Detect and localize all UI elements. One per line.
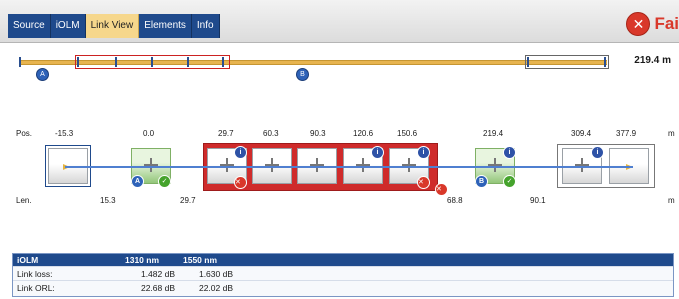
length-unit: m <box>668 196 675 205</box>
info-icon[interactable]: i <box>503 146 516 159</box>
overview-selection-box[interactable] <box>75 55 230 69</box>
x-icon: ✕ <box>626 12 651 36</box>
length-value: 68.8 <box>447 196 463 205</box>
position-value: 309.4 <box>571 129 592 138</box>
position-value: 150.6 <box>397 129 418 138</box>
value-1550: 22.02 dB <box>179 280 237 294</box>
cross-icon <box>575 158 589 172</box>
overview-tick <box>19 57 21 67</box>
total-length: 219.4 m <box>634 55 671 66</box>
position-value: 29.7 <box>218 129 234 138</box>
length-value: 90.1 <box>530 196 546 205</box>
cross-icon <box>310 158 324 172</box>
table-header: iOLM <box>13 254 121 267</box>
table-header: 1310 nm <box>121 254 179 267</box>
table-row: Link loss: 1.482 dB 1.630 dB <box>13 266 673 281</box>
tab-source[interactable]: Source <box>8 14 51 38</box>
value-1550: 1.630 dB <box>179 266 237 281</box>
position-row-label: Pos. <box>16 129 33 138</box>
link-overview: A B 219.4 m <box>0 42 679 92</box>
value-1310: 1.482 dB <box>121 266 179 281</box>
cross-icon <box>356 158 370 172</box>
overview-segment-box[interactable] <box>525 55 609 69</box>
tab-info[interactable]: Info <box>191 14 220 38</box>
cross-icon <box>488 158 502 172</box>
length-row-label: Len. <box>16 196 32 205</box>
tab-elements[interactable]: Elements <box>139 14 192 38</box>
table-header: 1550 nm <box>179 254 237 267</box>
position-value: 60.3 <box>263 129 279 138</box>
fail-icon: ✕ <box>435 183 448 196</box>
warning-icon: ✕ <box>234 176 247 189</box>
length-value: 15.3 <box>100 196 116 205</box>
position-unit: m <box>668 129 675 138</box>
marker-a-icon: A <box>131 175 144 188</box>
row-spacer <box>237 280 673 294</box>
position-value: 90.3 <box>310 129 326 138</box>
position-value: -15.3 <box>55 129 74 138</box>
cross-icon <box>220 158 234 172</box>
row-label: Link ORL: <box>13 280 121 294</box>
warning-icon: ✕ <box>417 176 430 189</box>
tab-iolm[interactable]: iOLM <box>50 14 86 38</box>
marker-b-icon: B <box>475 175 488 188</box>
link-fiber-line <box>65 166 633 168</box>
results-table: iOLM 1310 nm 1550 nm Link loss: 1.482 dB… <box>12 253 674 297</box>
cross-icon <box>402 158 416 172</box>
pass-check-icon: ✓ <box>158 175 171 188</box>
tab-list: Source iOLM Link View Elements Info <box>8 14 220 38</box>
info-icon[interactable]: i <box>591 146 604 159</box>
tab-bar: Source iOLM Link View Elements Info ✕ Fa… <box>0 0 679 43</box>
position-value: 0.0 <box>143 129 155 138</box>
cross-icon <box>144 158 158 172</box>
value-1310: 22.68 dB <box>121 280 179 294</box>
pass-check-icon: ✓ <box>503 175 516 188</box>
info-icon[interactable]: i <box>234 146 247 159</box>
status-text: Fai <box>654 14 679 33</box>
table-row: Link ORL: 22.68 dB 22.02 dB <box>13 280 673 294</box>
info-icon[interactable]: i <box>371 146 384 159</box>
cross-icon <box>265 158 279 172</box>
info-icon[interactable]: i <box>417 146 430 159</box>
position-value: 219.4 <box>483 129 504 138</box>
status-indicator: ✕ Fai <box>626 12 679 36</box>
tab-link-view[interactable]: Link View <box>85 14 140 38</box>
marker-b-icon[interactable]: B <box>296 68 309 81</box>
row-label: Link loss: <box>13 266 121 281</box>
length-value: 29.7 <box>180 196 196 205</box>
table-header-spacer <box>237 254 673 267</box>
position-value: 120.6 <box>353 129 374 138</box>
row-spacer <box>237 266 673 281</box>
marker-a-icon[interactable]: A <box>36 68 49 81</box>
position-value: 377.9 <box>616 129 637 138</box>
